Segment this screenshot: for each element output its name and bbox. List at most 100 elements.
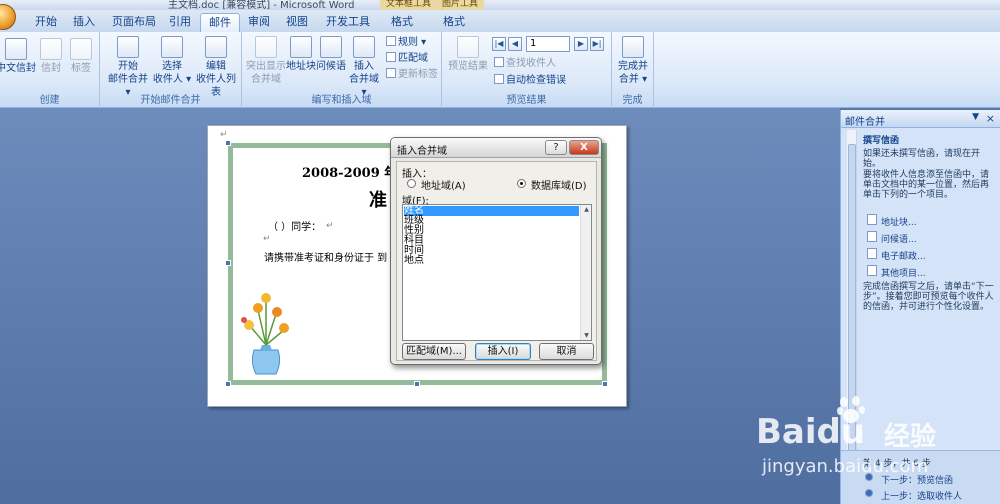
match-fields-icon [386, 52, 396, 62]
scroll-thumb[interactable] [848, 144, 856, 484]
envelopes-button[interactable]: 信封 [38, 38, 64, 75]
address-fields-radio-label[interactable]: 地址域(A) [421, 177, 466, 192]
task-pane-text: 要将收件人信息添至信函中，请单击文档中的某一位置，然后再单击下列的一个项目。 [863, 170, 990, 200]
group-label-preview: 预览结果 [506, 95, 547, 106]
tab-review[interactable]: 审阅 [242, 13, 276, 32]
list-item[interactable]: 地点 [404, 256, 579, 266]
labels-icon [70, 38, 92, 60]
document-greeting-line: （ ）同学： [268, 222, 322, 233]
finish-merge-button[interactable]: 完成并 合并 ▾ [614, 36, 652, 86]
rules-button[interactable]: 规则 ▾ [386, 36, 426, 50]
address-block-link[interactable]: 地址块... [881, 215, 917, 228]
close-icon[interactable]: × [986, 112, 995, 125]
group-write-insert-fields: 突出显示 合并域 地址块 问候语 插入 合并域 ▾ 规则 ▾ 匹配域 更新标签 … [242, 32, 442, 108]
auto-check-errors-button[interactable]: 自动检查错误 [494, 74, 566, 88]
insert-merge-field-dialog: 插入合并域 ? X 插入： 地址域(A) 数据库域(D) 域(F): 姓名 班级… [390, 137, 602, 365]
document-body-line: 请携带准考证和身份证于 到 [264, 253, 388, 264]
paragraph-mark: ↵ [263, 234, 271, 244]
group-create: 中文信封 信封 标签 创建 [0, 32, 100, 108]
mail-merge-task-pane: 邮件合并 ▼ × 撰写信函 如果还未撰写信函，请现在开始。 要将收件人信息添至信… [840, 110, 1000, 504]
first-record-button[interactable]: |◀ [492, 37, 506, 51]
edit-recipient-list-button[interactable]: 编辑 收件人列表 [192, 36, 240, 99]
list-item[interactable]: 性别 [404, 226, 579, 236]
next-step-link[interactable]: 下一步：预览信函 [881, 473, 953, 486]
tab-home[interactable]: 开始 [28, 13, 64, 32]
next-record-button[interactable]: ▶ [574, 37, 588, 51]
highlight-icon [255, 36, 277, 58]
tab-page-layout[interactable]: 页面布局 [106, 13, 162, 32]
contextual-tab-textbox-tools[interactable]: 文本框工具 [380, 0, 438, 10]
title-bar: 主文档.doc [兼容模式] - Microsoft Word 文本框工具 图片… [0, 0, 1000, 10]
resize-handle[interactable] [225, 381, 231, 387]
list-item[interactable]: 班级 [404, 216, 579, 226]
tab-mailings[interactable]: 邮件 [200, 13, 240, 32]
address-block-icon [867, 214, 877, 225]
scroll-up-icon[interactable]: ▲ [583, 206, 590, 213]
greeting-line-link[interactable]: 问候语... [881, 232, 917, 245]
insert-field-icon [353, 36, 375, 58]
dialog-title-bar[interactable]: 插入合并域 ? X [391, 138, 601, 158]
scroll-down-icon[interactable]: ▼ [583, 332, 590, 339]
task-pane-section-heading: 撰写信函 [863, 136, 900, 146]
previous-record-button[interactable]: ◀ [508, 37, 522, 51]
tab-format-textbox[interactable]: 格式 [384, 13, 420, 32]
close-button[interactable]: X [569, 140, 599, 155]
envelope-icon [5, 38, 27, 60]
electronic-postage-link[interactable]: 电子邮政... [881, 249, 926, 262]
match-fields-button[interactable]: 匹配域(M)... [402, 343, 466, 360]
flower-vase-image[interactable] [236, 290, 296, 378]
tab-format-picture[interactable]: 格式 [436, 13, 472, 32]
tab-insert[interactable]: 插入 [66, 13, 102, 32]
greeting-line-button[interactable]: 问候语 [316, 36, 346, 73]
update-labels-button[interactable]: 更新标签 [386, 68, 438, 82]
labels-button[interactable]: 标签 [68, 38, 94, 75]
match-fields-button[interactable]: 匹配域 [386, 52, 428, 66]
task-pane-title: 邮件合并 [845, 117, 885, 128]
task-pane-scrollbar[interactable] [847, 130, 857, 504]
address-fields-radio[interactable] [407, 179, 416, 188]
resize-handle[interactable] [414, 381, 420, 387]
tab-view[interactable]: 视图 [280, 13, 314, 32]
list-item[interactable]: 时间 [404, 246, 579, 256]
preview-results-button[interactable]: 预览结果 [446, 36, 490, 73]
contextual-tab-picture-tools[interactable]: 图片工具 [436, 0, 485, 10]
group-label-start-merge: 开始邮件合并 [140, 95, 201, 106]
document-icon [117, 36, 139, 58]
database-fields-radio-label[interactable]: 数据库域(D) [531, 177, 587, 192]
ribbon-empty-area [840, 32, 1000, 108]
check-errors-icon [494, 74, 504, 84]
resize-handle[interactable] [602, 381, 608, 387]
last-record-button[interactable]: ▶| [590, 37, 604, 51]
database-fields-radio[interactable] [517, 179, 526, 188]
find-recipient-button[interactable]: 查找收件人 [494, 57, 556, 71]
resize-handle[interactable] [225, 260, 231, 266]
finish-merge-icon [622, 36, 644, 58]
previous-step-link[interactable]: 上一步：选取收件人 [881, 489, 962, 502]
cancel-button[interactable]: 取消 [539, 343, 594, 360]
more-items-link[interactable]: 其他项目... [881, 266, 926, 279]
rules-icon [386, 36, 396, 46]
ribbon: 中文信封 信封 标签 创建 开始 邮件合并 ▾ 选择 收件人 ▾ 编辑 收件人列… [0, 32, 840, 108]
group-start-mail-merge: 开始 邮件合并 ▾ 选择 收件人 ▾ 编辑 收件人列表 开始邮件合并 [100, 32, 242, 108]
resize-handle[interactable] [225, 140, 231, 146]
record-number-input[interactable]: 1 [526, 36, 570, 52]
task-pane-footer: 第 4 步，共 6 步 下一步：预览信函 上一步：选取收件人 [841, 450, 1000, 504]
edit-list-icon [205, 36, 227, 58]
address-block-icon [290, 36, 312, 58]
select-recipients-button[interactable]: 选择 收件人 ▾ [150, 36, 194, 86]
insert-button[interactable]: 插入(I) [475, 343, 531, 360]
insert-merge-field-button[interactable]: 插入 合并域 ▾ [346, 36, 382, 99]
paragraph-mark: ↵ [326, 221, 334, 231]
tab-references[interactable]: 引用 [162, 13, 198, 32]
chevron-down-icon[interactable]: ▼ [972, 112, 979, 122]
list-item[interactable]: 科目 [404, 236, 579, 246]
chinese-envelope-button[interactable]: 中文信封 [0, 38, 36, 75]
list-item[interactable]: 姓名 [404, 206, 579, 216]
highlight-merge-fields-button[interactable]: 突出显示 合并域 [246, 36, 286, 86]
fields-scrollbar[interactable]: ▲ ▼ [580, 205, 591, 340]
tab-developer[interactable]: 开发工具 [322, 13, 374, 32]
fields-listbox[interactable]: 姓名 班级 性别 科目 时间 地点 ▲ ▼ [402, 204, 592, 341]
help-button[interactable]: ? [545, 140, 567, 155]
address-block-button[interactable]: 地址块 [286, 36, 316, 73]
start-mail-merge-button[interactable]: 开始 邮件合并 ▾ [106, 36, 150, 99]
